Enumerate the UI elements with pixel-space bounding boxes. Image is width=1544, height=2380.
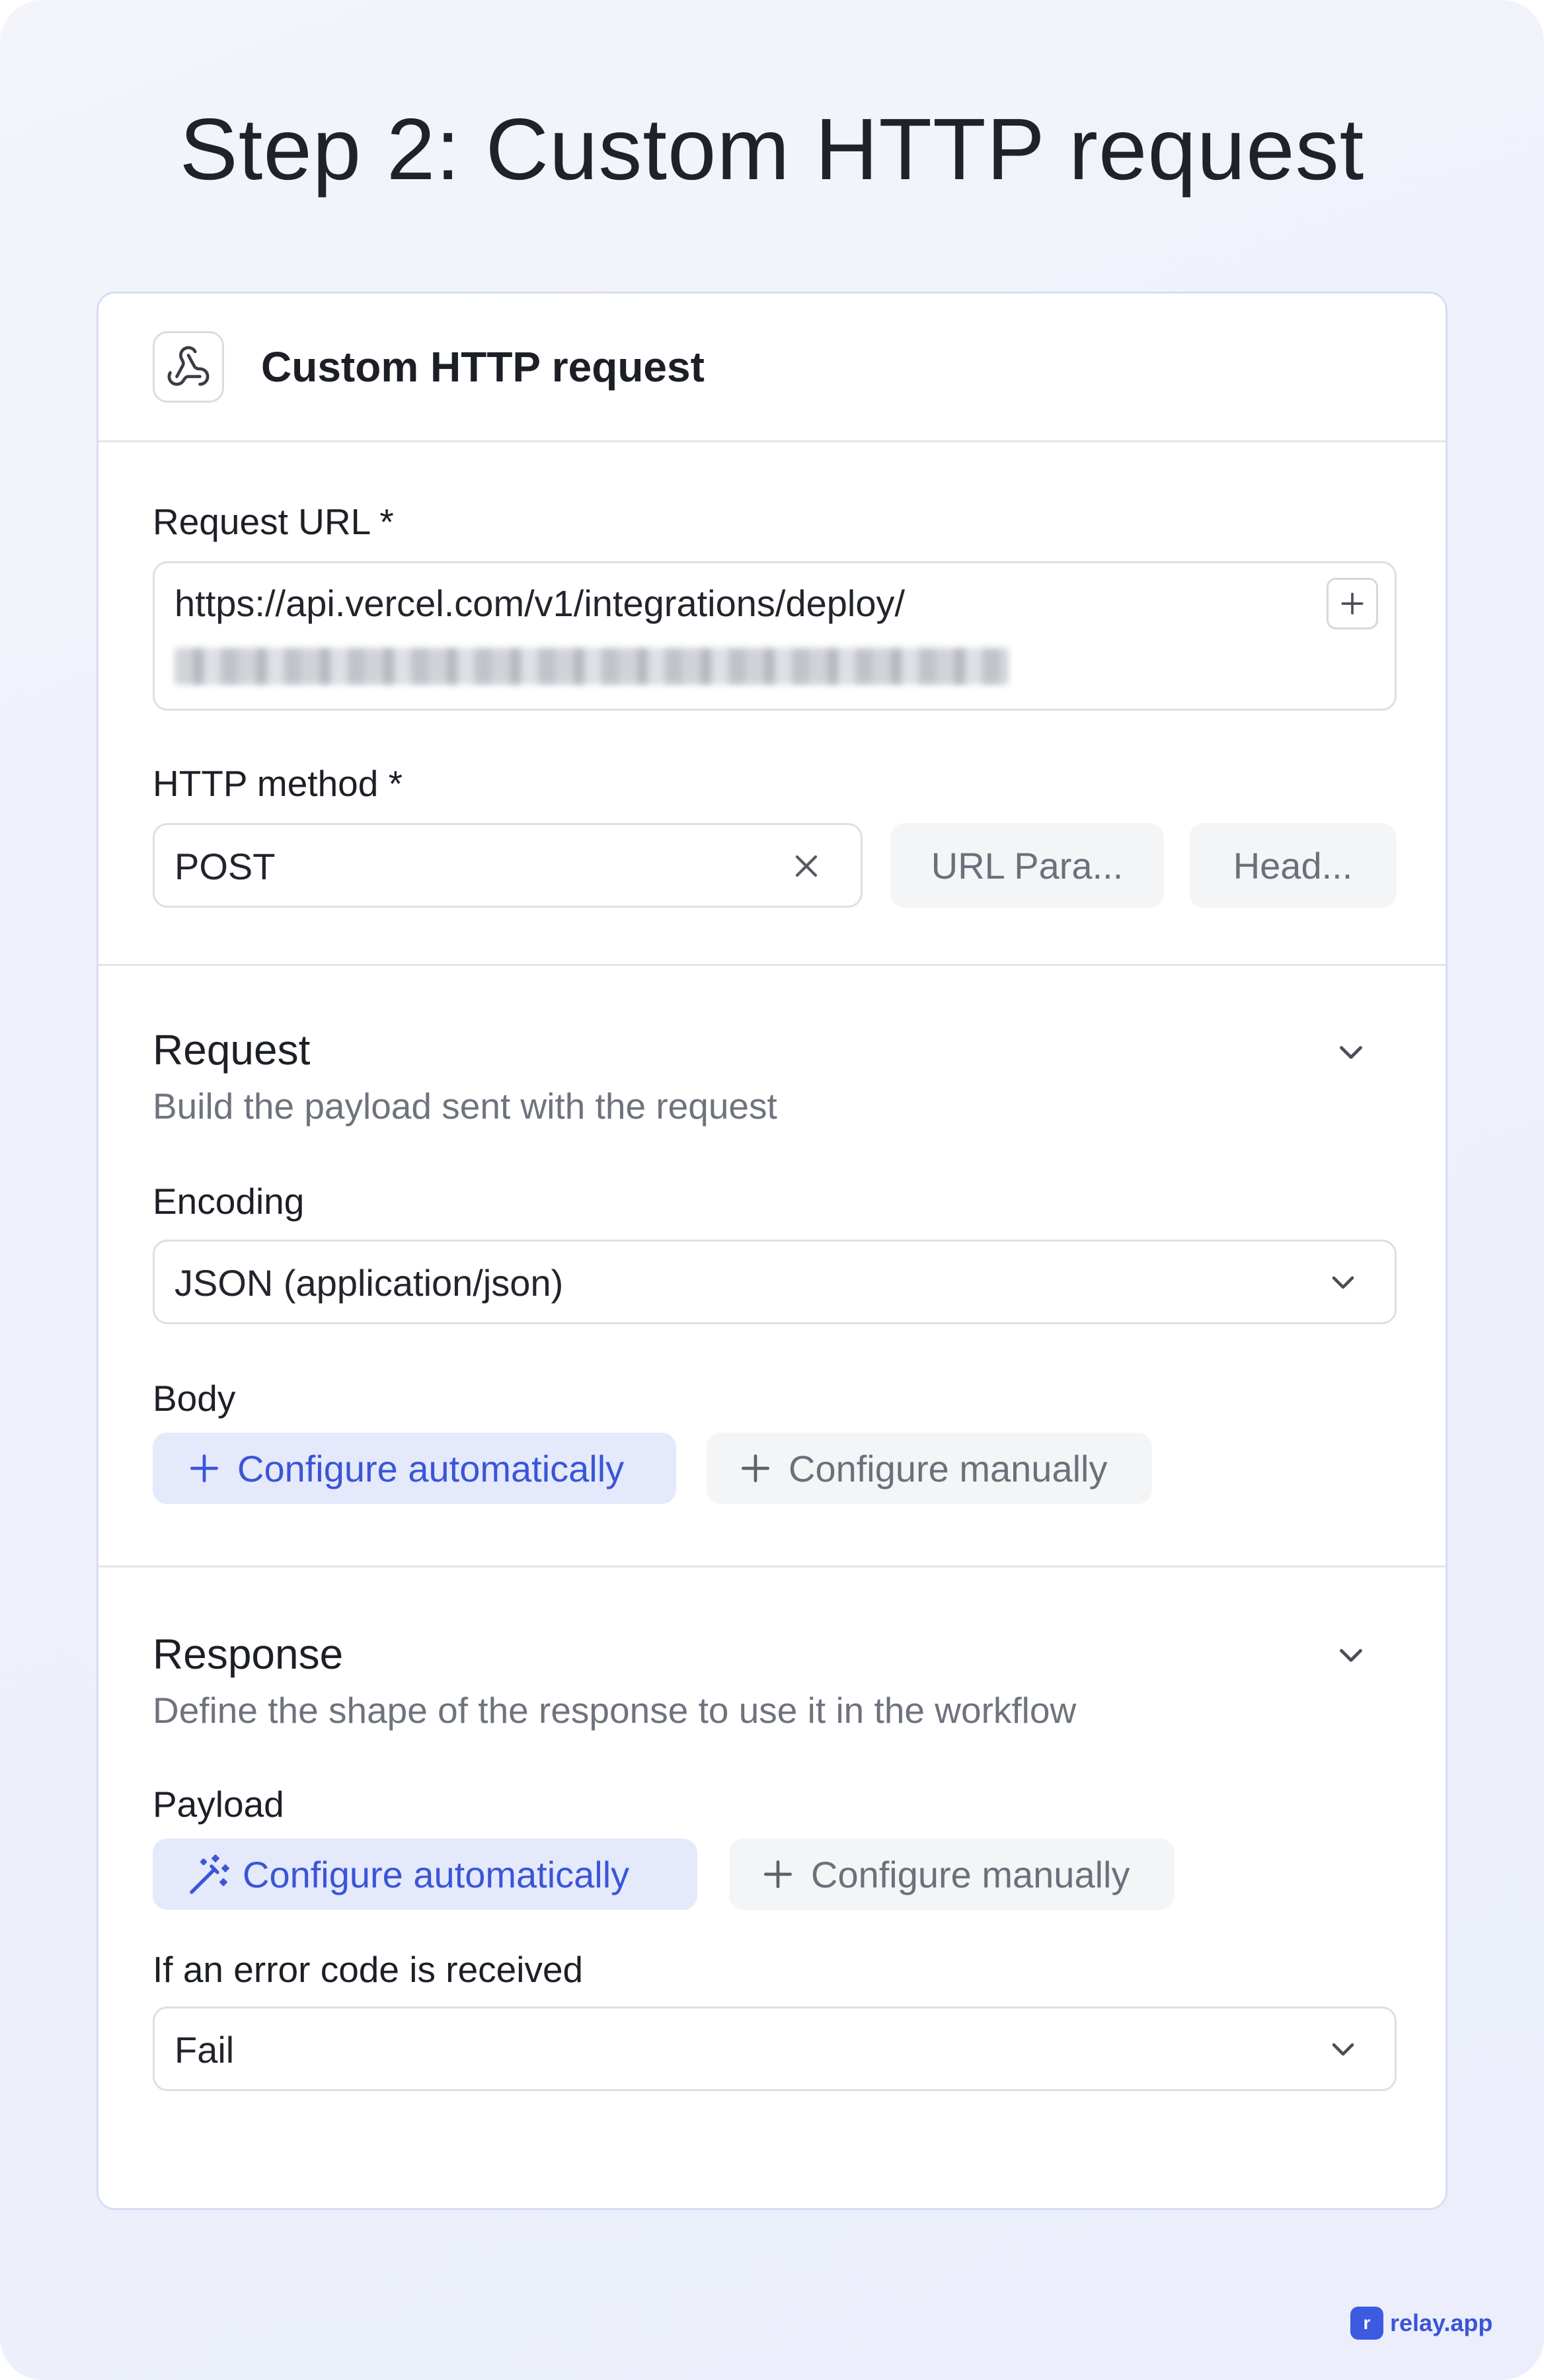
body-configure-automatically-button[interactable]: Configure automatically: [153, 1433, 676, 1504]
body-label: Body: [153, 1378, 236, 1419]
error-handling-value: Fail: [174, 2029, 235, 2071]
response-section: Response Define the shape of the respons…: [98, 1567, 1446, 2206]
body-configure-manually-button[interactable]: Configure manually: [707, 1433, 1152, 1504]
request-section-subtitle: Build the payload sent with the request: [153, 1086, 777, 1127]
chevron-down-icon[interactable]: [1332, 1636, 1370, 1678]
add-variable-button[interactable]: [1327, 578, 1378, 629]
http-request-card: Custom HTTP request Request URL * https:…: [96, 292, 1448, 2210]
http-method-label: HTTP method *: [153, 763, 403, 804]
relay-logo-icon: r: [1350, 2307, 1383, 2340]
payload-configure-manually-button[interactable]: Configure manually: [729, 1839, 1175, 1910]
response-section-title: Response: [153, 1630, 344, 1678]
connection-section: Request URL * https://api.vercel.com/v1/…: [98, 442, 1446, 966]
plus-icon: [742, 1454, 769, 1482]
plus-icon: [1341, 592, 1364, 615]
url-params-tab[interactable]: URL Para...: [890, 823, 1164, 908]
plus-icon: [764, 1860, 792, 1888]
encoding-value: JSON (application/json): [174, 1262, 564, 1304]
close-icon[interactable]: [788, 848, 825, 888]
headers-label: Head...: [1233, 844, 1353, 887]
chevron-down-icon[interactable]: [1332, 1033, 1370, 1075]
http-method-value: POST: [174, 846, 276, 887]
page: Step 2: Custom HTTP request Custom HTTP …: [0, 0, 1544, 2380]
encoding-select[interactable]: JSON (application/json): [153, 1240, 1397, 1324]
body-configure-auto-label: Configure automatically: [237, 1447, 625, 1489]
request-url-field[interactable]: https://api.vercel.com/v1/integrations/d…: [153, 561, 1397, 711]
magic-wand-icon: [190, 1854, 229, 1894]
brand-name: relay.app: [1390, 2309, 1493, 2336]
headers-tab[interactable]: Head...: [1189, 823, 1397, 908]
page-title: Step 2: Custom HTTP request: [179, 100, 1365, 198]
error-handling-label: If an error code is received: [153, 1949, 584, 1990]
request-section-title: Request: [153, 1026, 311, 1074]
chevron-down-icon: [1325, 1264, 1362, 1304]
redacted-url-part: [174, 648, 1009, 685]
request-url-label: Request URL *: [153, 501, 394, 542]
brand-badge: r relay.app: [1350, 2307, 1492, 2340]
encoding-label: Encoding: [153, 1181, 305, 1222]
payload-label: Payload: [153, 1784, 284, 1825]
request-section: Request Build the payload sent with the …: [98, 966, 1446, 1567]
chevron-down-icon: [1325, 2031, 1362, 2071]
payload-configure-auto-label: Configure automatically: [243, 1853, 630, 1895]
request-url-text: https://api.vercel.com/v1/integrations/d…: [174, 582, 906, 624]
payload-configure-automatically-button[interactable]: Configure automatically: [153, 1839, 697, 1910]
body-configure-manual-label: Configure manually: [789, 1447, 1108, 1489]
webhook-icon: [153, 331, 224, 403]
card-header: Custom HTTP request: [98, 294, 1446, 442]
payload-configure-manual-label: Configure manually: [811, 1853, 1130, 1895]
card-title: Custom HTTP request: [261, 343, 705, 391]
plus-icon: [190, 1454, 218, 1482]
url-params-label: URL Para...: [931, 844, 1124, 887]
error-handling-select[interactable]: Fail: [153, 2006, 1397, 2091]
response-section-subtitle: Define the shape of the response to use …: [153, 1690, 1077, 1731]
http-method-select[interactable]: POST: [153, 823, 863, 908]
